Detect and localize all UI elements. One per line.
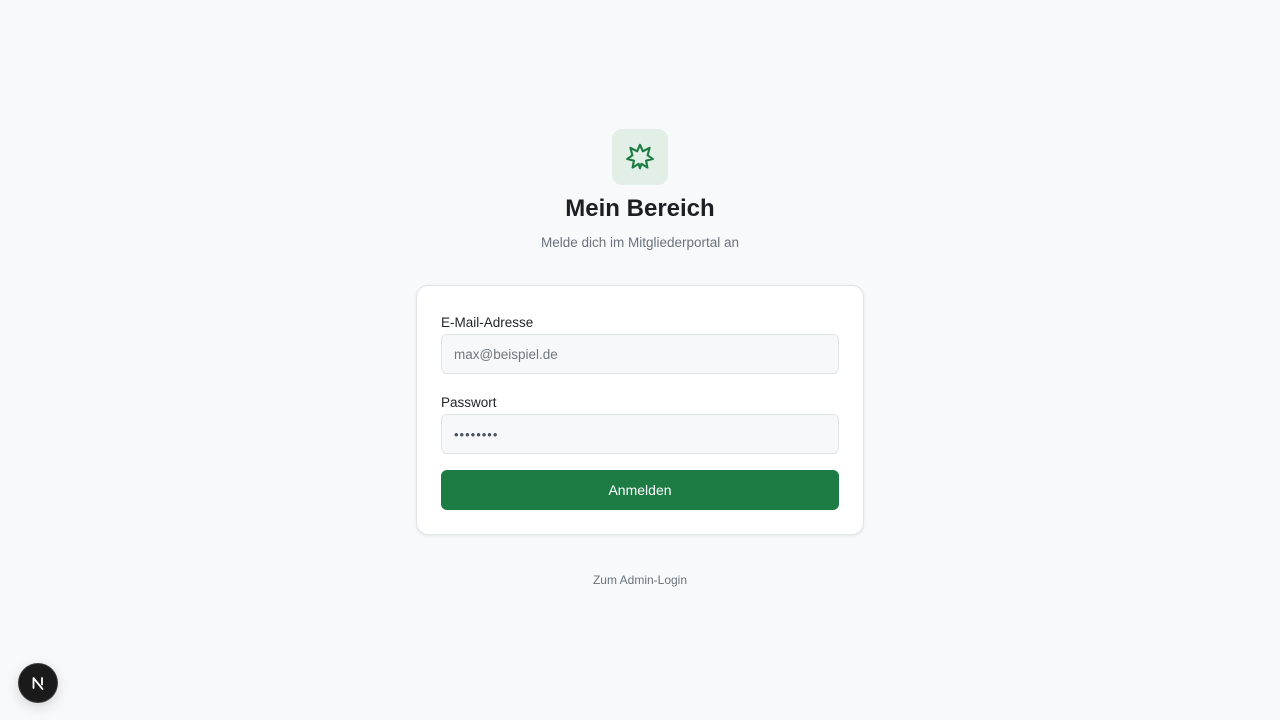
- login-card: E-Mail-Adresse Passwort Anmelden: [416, 285, 864, 535]
- page-subtitle: Melde dich im Mitgliederportal an: [540, 235, 740, 250]
- nextjs-icon: [32, 677, 44, 690]
- admin-login-link-container: Zum Admin-Login: [0, 572, 1280, 588]
- password-input[interactable]: [441, 414, 839, 454]
- email-label: E-Mail-Adresse: [441, 315, 534, 330]
- nextjs-dev-badge[interactable]: [19, 664, 57, 702]
- email-input[interactable]: [441, 334, 839, 374]
- logo: [612, 129, 668, 185]
- admin-login-link[interactable]: Zum Admin-Login: [593, 573, 687, 587]
- cannabis-leaf-icon: [626, 143, 654, 170]
- login-button[interactable]: Anmelden: [441, 470, 839, 510]
- page-title: Mein Bereich: [565, 195, 715, 222]
- password-label: Passwort: [441, 395, 497, 410]
